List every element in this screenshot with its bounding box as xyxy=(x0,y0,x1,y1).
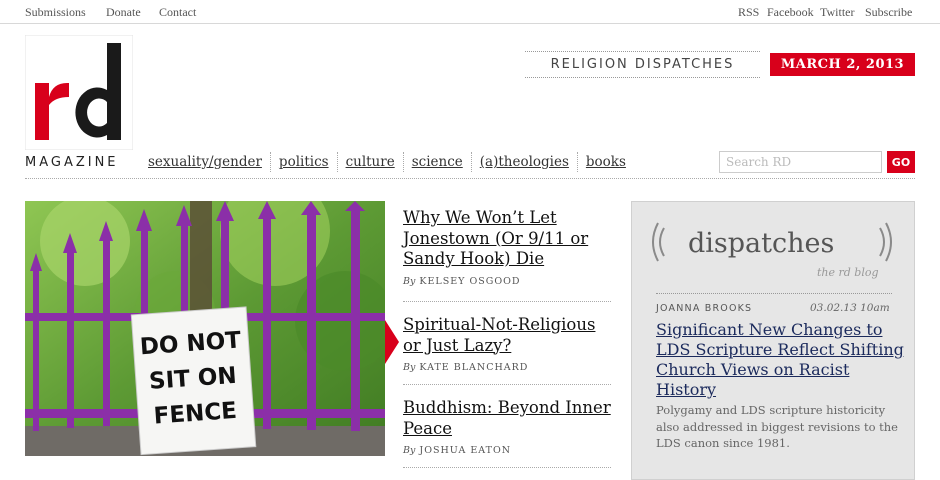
twitter-link[interactable]: Twitter xyxy=(820,5,854,20)
donate-link[interactable]: Donate xyxy=(106,5,141,20)
story-author[interactable]: JOSHUA EATON xyxy=(419,445,511,456)
post-timestamp: 03.02.13 10am xyxy=(810,302,890,314)
story-byline: By KELSEY OSGOOD xyxy=(403,276,611,287)
story-item: Why We Won’t Let Jonestown (Or 9/11 or S… xyxy=(403,208,611,287)
search-input[interactable] xyxy=(719,151,882,173)
dispatches-tagline: the rd blog xyxy=(817,266,879,279)
search-go-button[interactable]: GO xyxy=(887,151,915,173)
story-author[interactable]: KELSEY OSGOOD xyxy=(419,276,520,287)
story-title[interactable]: Buddhism: Beyond Inner Peace xyxy=(403,398,611,438)
contact-link[interactable]: Contact xyxy=(159,5,196,20)
facebook-link[interactable]: Facebook xyxy=(767,5,814,20)
nav-item-sexuality-gender[interactable]: sexuality/gender xyxy=(140,152,270,172)
story-byline: By KATE BLANCHARD xyxy=(403,362,611,373)
date-badge: MARCH 2, 2013 xyxy=(770,53,915,76)
story-item: Spiritual-Not-Religious or Just Lazy? By… xyxy=(403,315,611,373)
dispatches-logo[interactable]: dispatches the rd blog xyxy=(652,214,892,279)
story-byline: By JOSHUA EATON xyxy=(403,445,611,456)
sidebar-divider xyxy=(656,293,892,294)
submissions-link[interactable]: Submissions xyxy=(25,5,86,20)
post-title[interactable]: Significant New Changes to LDS Scripture… xyxy=(656,320,908,400)
nav-divider xyxy=(25,178,915,179)
rd-logo[interactable] xyxy=(24,34,134,151)
main-nav: sexuality/gender politics culture scienc… xyxy=(140,150,634,174)
byline-prefix: By xyxy=(403,445,416,456)
top-utility-bar: Submissions Donate Contact RSS Facebook … xyxy=(0,0,940,24)
active-story-pointer xyxy=(385,320,399,364)
nav-item-science[interactable]: science xyxy=(402,152,471,172)
story-divider xyxy=(403,384,611,385)
story-divider xyxy=(403,467,611,468)
byline-prefix: By xyxy=(403,275,416,287)
byline-prefix: By xyxy=(403,362,416,373)
story-title[interactable]: Why We Won’t Let Jonestown (Or 9/11 or S… xyxy=(403,208,588,268)
story-title[interactable]: Spiritual-Not-Religious or Just Lazy? xyxy=(403,315,595,355)
dispatches-sidebar: dispatches the rd blog JOANNA BROOKS 03.… xyxy=(631,201,915,480)
nav-item-culture[interactable]: culture xyxy=(336,152,403,172)
nav-item-politics[interactable]: politics xyxy=(269,152,337,172)
dispatches-wordmark: dispatches xyxy=(688,228,835,259)
nav-item-books[interactable]: books xyxy=(576,152,634,172)
hero-image[interactable]: DO NOT SIT ON FENCE xyxy=(25,201,385,456)
post-summary: Polygamy and LDS scripture historicity a… xyxy=(656,403,898,450)
story-item: Buddhism: Beyond Inner Peace By JOSHUA E… xyxy=(403,398,611,456)
subscribe-link[interactable]: Subscribe xyxy=(865,5,912,20)
post-author[interactable]: JOANNA BROOKS xyxy=(656,303,752,314)
magazine-label: MAGAZINE xyxy=(25,155,119,170)
section-label: RELIGION DISPATCHES xyxy=(525,51,760,78)
story-divider xyxy=(403,301,611,302)
rss-link[interactable]: RSS xyxy=(738,5,759,20)
story-author[interactable]: KATE BLANCHARD xyxy=(419,362,528,373)
nav-item-atheologies[interactable]: (a)theologies xyxy=(470,152,577,172)
